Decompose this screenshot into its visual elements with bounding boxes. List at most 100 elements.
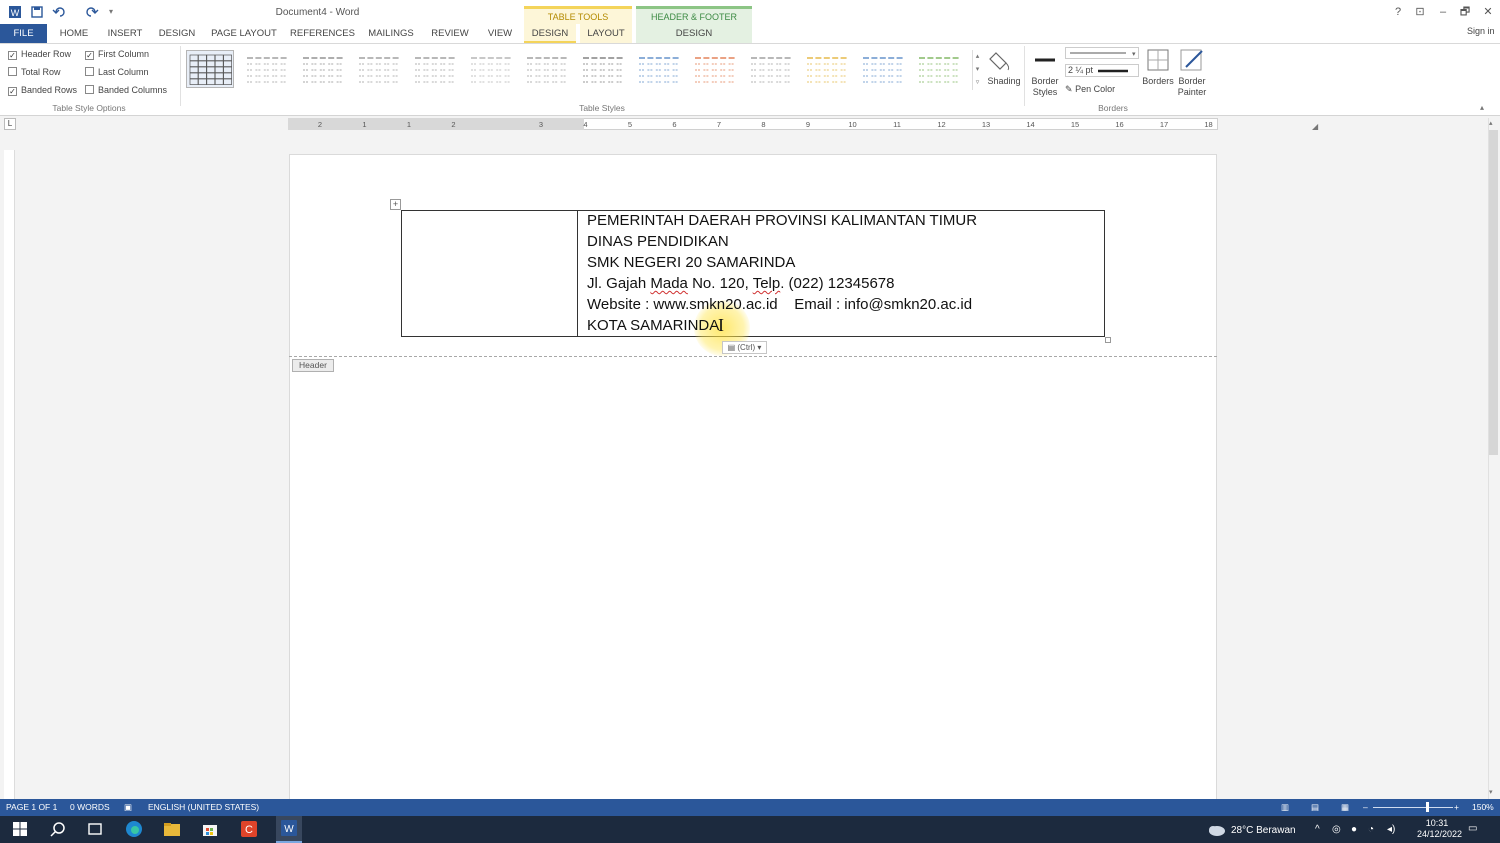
microphone-icon[interactable]: ● xyxy=(1351,824,1357,835)
tab-selector[interactable]: L xyxy=(4,118,16,130)
page-count[interactable]: PAGE 1 OF 1 xyxy=(6,801,57,813)
line-style-dropdown[interactable]: ▾ xyxy=(1065,47,1139,59)
close-button[interactable]: ✕ xyxy=(1480,5,1496,19)
web-layout-icon[interactable]: ▦ xyxy=(1341,801,1349,813)
table-style-thumb[interactable] xyxy=(914,50,962,88)
table-style-thumb[interactable] xyxy=(746,50,794,88)
paste-options-button[interactable]: ▤ (Ctrl) ▾ xyxy=(722,341,767,354)
notification-icon[interactable]: ▭ xyxy=(1468,823,1477,834)
table-style-thumb[interactable] xyxy=(522,50,570,88)
table-style-thumb[interactable] xyxy=(186,50,234,88)
store-icon[interactable] xyxy=(201,820,219,838)
tab-file[interactable]: FILE xyxy=(0,24,47,43)
table-style-thumb[interactable] xyxy=(242,50,290,88)
line-weight-dropdown[interactable]: 2 ¼ pt xyxy=(1065,64,1139,77)
undo-icon[interactable] xyxy=(52,5,66,19)
wifi-icon[interactable]: ◔ xyxy=(1368,824,1374,835)
tab-view[interactable]: VIEW xyxy=(484,24,516,43)
redo-icon[interactable] xyxy=(85,5,99,19)
word-taskbar-button[interactable]: W xyxy=(276,816,302,843)
table-style-thumb[interactable] xyxy=(578,50,626,88)
search-icon[interactable] xyxy=(49,820,67,838)
print-layout-icon[interactable]: ▤ xyxy=(1311,801,1319,813)
pen-color-button[interactable]: ✎ Pen Color xyxy=(1065,83,1139,95)
sign-in-link[interactable]: Sign in xyxy=(1467,26,1495,36)
task-view-icon[interactable] xyxy=(86,820,104,838)
total-row-checkbox[interactable]: Total Row xyxy=(8,66,61,78)
minimize-button[interactable]: – xyxy=(1435,5,1451,19)
tab-design[interactable]: DESIGN xyxy=(156,24,198,43)
weather-text[interactable]: 28°C Berawan xyxy=(1231,825,1296,836)
table-cell-divider xyxy=(577,210,578,337)
proofing-icon[interactable]: ▣ xyxy=(124,801,132,813)
gallery-scroll[interactable]: ▴ ▾ ▿ xyxy=(972,50,982,90)
read-mode-icon[interactable]: ▥ xyxy=(1281,801,1289,813)
zoom-level[interactable]: 150% xyxy=(1472,801,1494,813)
table-style-thumb[interactable] xyxy=(466,50,514,88)
language-indicator[interactable]: ENGLISH (UNITED STATES) xyxy=(148,801,259,813)
tab-insert[interactable]: INSERT xyxy=(104,24,146,43)
shading-button[interactable]: Shading xyxy=(986,47,1022,101)
save-icon[interactable] xyxy=(30,5,44,19)
last-column-checkbox[interactable]: Last Column xyxy=(85,66,149,78)
cloud-icon xyxy=(1206,823,1226,840)
scroll-down-icon[interactable]: ▾ xyxy=(1489,788,1493,796)
zoom-slider-thumb[interactable] xyxy=(1425,802,1429,812)
restore-button[interactable]: 🗗 xyxy=(1457,5,1473,19)
speaker-icon[interactable]: ◂) xyxy=(1387,824,1395,835)
spellcheck-word: Telp xyxy=(752,275,781,292)
clock-time: 10:31 xyxy=(1425,818,1449,828)
scrollbar-thumb[interactable] xyxy=(1489,130,1498,455)
zoom-slider[interactable] xyxy=(1373,807,1453,808)
svg-text:W: W xyxy=(284,824,294,835)
word-count[interactable]: 0 WORDS xyxy=(70,801,110,813)
first-column-checkbox[interactable]: ✓ First Column xyxy=(85,48,149,60)
help-button[interactable]: ? xyxy=(1390,5,1406,19)
recorder-app-icon[interactable]: C xyxy=(240,820,258,838)
tab-header-footer-design[interactable]: DESIGN xyxy=(636,24,752,43)
tab-review[interactable]: REVIEW xyxy=(428,24,472,43)
table-style-thumb[interactable] xyxy=(410,50,458,88)
banded-rows-checkbox[interactable]: ✓ Banded Rows xyxy=(8,84,77,96)
table-style-thumb[interactable] xyxy=(690,50,738,88)
tray-chevron-icon[interactable]: ^ xyxy=(1315,824,1320,835)
network-drive-icon[interactable]: ◎ xyxy=(1332,824,1341,835)
border-styles-button[interactable]: Border Styles xyxy=(1028,47,1062,101)
tab-table-design[interactable]: DESIGN xyxy=(524,24,576,43)
tab-page-layout[interactable]: PAGE LAYOUT xyxy=(210,24,278,43)
table-style-thumb[interactable] xyxy=(634,50,682,88)
collapse-ribbon-icon[interactable]: ▴ xyxy=(1480,103,1484,112)
more-icon[interactable]: ▿ xyxy=(973,76,982,89)
vertical-ruler[interactable] xyxy=(4,150,15,800)
chevron-up-icon[interactable]: ▴ xyxy=(973,50,982,63)
file-explorer-icon[interactable] xyxy=(163,820,181,838)
tab-home[interactable]: HOME xyxy=(56,24,92,43)
chevron-down-icon[interactable]: ▾ xyxy=(973,63,982,76)
pen-icon: ✎ xyxy=(1065,84,1073,94)
table-style-thumb[interactable] xyxy=(858,50,906,88)
scroll-up-icon[interactable]: ▴ xyxy=(1489,119,1493,127)
clock[interactable]: 10:31 24/12/2022 xyxy=(1417,818,1462,840)
customize-qat-icon[interactable]: ▾ xyxy=(104,5,118,19)
tab-references[interactable]: REFERENCES xyxy=(290,24,355,43)
ruler-number: 12 xyxy=(937,120,946,129)
zoom-in-button[interactable]: + xyxy=(1454,801,1459,813)
ribbon-display-options-button[interactable]: ⊡ xyxy=(1412,5,1428,19)
border-painter-button[interactable]: Border Painter xyxy=(1176,47,1208,101)
header-row-checkbox[interactable]: ✓ Header Row xyxy=(8,48,71,60)
borders-button[interactable]: Borders xyxy=(1142,47,1174,101)
windows-start-icon[interactable] xyxy=(11,820,29,838)
table-style-thumb[interactable] xyxy=(298,50,346,88)
border-styles-label-2: Styles xyxy=(1032,87,1058,97)
edge-browser-icon[interactable] xyxy=(125,820,143,838)
svg-text:▾: ▾ xyxy=(1132,51,1136,58)
table-style-thumb[interactable] xyxy=(802,50,850,88)
table-move-handle-icon[interactable]: + xyxy=(390,199,401,210)
logo-cell[interactable] xyxy=(402,211,577,336)
tab-table-layout[interactable]: LAYOUT xyxy=(580,24,632,43)
table-style-thumb[interactable] xyxy=(354,50,402,88)
zoom-out-button[interactable]: – xyxy=(1363,801,1368,813)
tab-mailings[interactable]: MAILINGS xyxy=(364,24,418,43)
table-resize-handle[interactable] xyxy=(1105,337,1111,343)
banded-columns-checkbox[interactable]: Banded Columns xyxy=(85,84,167,96)
